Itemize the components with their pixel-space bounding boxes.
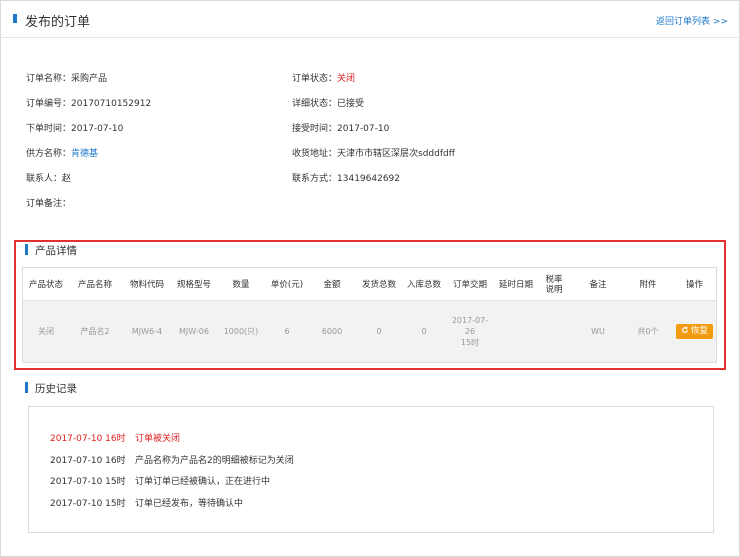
history-entry-text: 产品名称为产品名2的明细被标记为关闭 — [135, 456, 294, 466]
product-section-title: 产品详情 — [35, 245, 77, 257]
accept-time-row: 接受时间：2017-07-10 — [292, 121, 389, 134]
cell-quantity: 1000(只) — [223, 327, 259, 336]
cell-price: 6 — [284, 327, 290, 336]
order-number-value: 20170710152912 — [71, 99, 152, 109]
col-quantity: 数量 — [232, 279, 250, 290]
supplier-label: 供方名称： — [26, 149, 72, 159]
accept-time-value: 2017-07-10 — [337, 124, 390, 134]
cell-amount: 6000 — [321, 327, 343, 336]
order-name-row: 订单名称：采购产品 — [26, 71, 107, 84]
cell-name: 产品名2 — [80, 327, 110, 336]
order-status-value: 关闭 — [337, 74, 356, 84]
order-remark-row: 订单备注： — [26, 196, 71, 209]
history-entry: 2017-07-10 16时 订单被关闭 — [50, 431, 180, 444]
page-title: 发布的订单 — [25, 15, 91, 30]
col-amount: 金额 — [323, 279, 341, 290]
order-number-row: 订单编号：20170710152912 — [26, 96, 151, 109]
refresh-icon — [681, 326, 689, 338]
cell-shipped: 0 — [376, 327, 382, 336]
product-table-header: 产品状态 产品名称 物料代码 规格型号 数量 单价(元) 金额 发货总数 入库总… — [23, 268, 716, 301]
col-shipped-total: 发货总数 — [361, 279, 396, 290]
contact-person-value: 赵 — [62, 174, 72, 184]
cell-delay-date — [493, 301, 539, 362]
history-entry-text: 订单订单已经被确认，正在进行中 — [135, 477, 271, 487]
order-time-label: 下单时间： — [26, 124, 72, 134]
order-name-value: 采购产品 — [71, 74, 108, 84]
accept-time-label: 接受时间： — [292, 124, 338, 134]
cell-spec: MJW-06 — [179, 327, 209, 336]
history-section-marker — [25, 382, 28, 393]
restore-button-label: 恢复 — [690, 326, 708, 336]
history-entry: 2017-07-10 16时 产品名称为产品名2的明细被标记为关闭 — [50, 453, 294, 466]
detail-status-value: 已接受 — [337, 99, 365, 109]
cell-delivery-date: 2017-07-26 15时 — [447, 301, 493, 362]
col-delivery-date: 订单交期 — [452, 279, 487, 290]
history-entry: 2017-07-10 15时 订单已经发布，等待确认中 — [50, 496, 243, 509]
cell-tax-note — [543, 301, 565, 362]
delivery-address-value: 天津市市辖区深层次sdddfdff — [337, 149, 455, 159]
col-attachment: 附件 — [639, 279, 657, 290]
page-header: 发布的订单 返回订单列表 >> — [0, 0, 738, 38]
order-remark-label: 订单备注： — [26, 199, 72, 209]
contact-person-row: 联系人：赵 — [26, 171, 71, 184]
history-entry-time: 2017-07-10 15时 — [50, 499, 126, 509]
cell-code: MJW6-4 — [131, 327, 163, 336]
col-product-status: 产品状态 — [28, 279, 63, 290]
cell-delivery-date-day: 2017-07-26 — [451, 316, 489, 336]
back-to-order-list-link[interactable]: 返回订单列表 >> — [656, 14, 728, 27]
history-entry-text: 订单被关闭 — [135, 434, 181, 444]
cell-attachment: 共0个 — [637, 327, 659, 336]
col-spec-model: 规格型号 — [176, 279, 211, 290]
order-time-row: 下单时间：2017-07-10 — [26, 121, 123, 134]
col-material-code: 物料代码 — [129, 279, 164, 290]
supplier-link[interactable]: 肯德基 — [71, 149, 98, 159]
product-table: 产品状态 产品名称 物料代码 规格型号 数量 单价(元) 金额 发货总数 入库总… — [22, 267, 717, 363]
detail-status-label: 详细状态： — [292, 99, 338, 109]
col-stocked-total: 入库总数 — [406, 279, 441, 290]
delivery-address-row: 收货地址：天津市市辖区深层次sdddfdff — [292, 146, 455, 159]
restore-button[interactable]: 恢复 — [675, 324, 713, 339]
detail-status-row: 详细状态：已接受 — [292, 96, 364, 109]
col-unit-price: 单价(元) — [270, 279, 304, 290]
order-time-value: 2017-07-10 — [71, 124, 124, 134]
order-name-label: 订单名称： — [26, 74, 72, 84]
product-section-marker — [25, 244, 28, 255]
col-delay-date: 延时日期 — [498, 279, 533, 290]
table-row: 关闭 产品名2 MJW6-4 MJW-06 1000(只) 6 6000 0 0… — [23, 301, 716, 362]
history-entry-time: 2017-07-10 16时 — [50, 456, 126, 466]
col-remark: 备注 — [589, 279, 607, 290]
history-entry-time: 2017-07-10 16时 — [50, 434, 126, 444]
cell-delivery-date-hour: 15时 — [460, 338, 480, 347]
history-entry-text: 订单已经发布，等待确认中 — [135, 499, 244, 509]
supplier-row: 供方名称：肯德基 — [26, 146, 98, 159]
order-number-label: 订单编号： — [26, 99, 72, 109]
col-action: 操作 — [685, 279, 703, 290]
contact-phone-value: 13419642692 — [337, 174, 401, 184]
order-status-row: 订单状态：关闭 — [292, 71, 355, 84]
history-list — [28, 406, 714, 533]
history-section-title: 历史记录 — [35, 383, 77, 395]
contact-person-label: 联系人： — [26, 174, 63, 184]
history-entry: 2017-07-10 15时 订单订单已经被确认，正在进行中 — [50, 474, 270, 487]
cell-remark: WU — [591, 327, 605, 336]
col-tax-note: 税率说明 — [545, 274, 563, 295]
title-marker — [13, 14, 17, 23]
contact-phone-row: 联系方式：13419642692 — [292, 171, 400, 184]
history-entry-time: 2017-07-10 15时 — [50, 477, 126, 487]
cell-stocked: 0 — [421, 327, 427, 336]
delivery-address-label: 收货地址： — [292, 149, 338, 159]
cell-action: 恢复 — [673, 301, 716, 362]
order-status-label: 订单状态： — [292, 74, 338, 84]
col-product-name: 产品名称 — [77, 279, 112, 290]
cell-status: 关闭 — [38, 327, 54, 336]
contact-phone-label: 联系方式： — [292, 174, 338, 184]
